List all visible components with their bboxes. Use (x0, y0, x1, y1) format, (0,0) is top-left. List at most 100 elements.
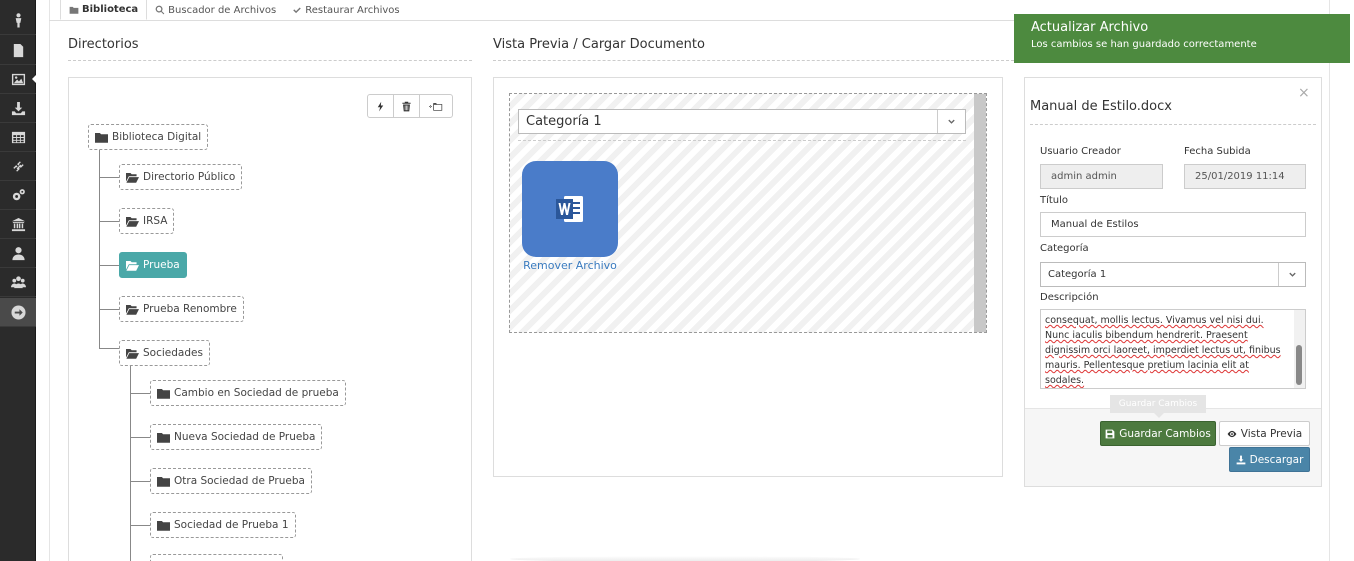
category-edit-select[interactable]: Categoría 1 (1040, 262, 1306, 287)
remove-file-link[interactable]: Remover Archivo (520, 259, 620, 272)
tree-node-sociedades[interactable]: Sociedades (119, 340, 210, 366)
tree-node-label: Prueba (143, 259, 180, 271)
tree-node-partial[interactable] (150, 554, 283, 561)
tree-node-label: Sociedad de Prueba 1 (174, 519, 289, 531)
nav-document-icon[interactable] (0, 36, 36, 65)
directories-divider (68, 60, 472, 61)
nav-table-icon[interactable] (0, 123, 36, 152)
tree-connector (99, 265, 120, 266)
tree-node-prueba[interactable]: Prueba (119, 252, 187, 278)
tree-node-label: Biblioteca Digital (112, 131, 202, 143)
folder-icon (95, 132, 108, 143)
directories-title: Directorios (68, 37, 139, 52)
category-select-value: Categoría 1 (526, 114, 602, 129)
folder-open-icon (126, 348, 139, 359)
folder-open-icon (126, 172, 139, 183)
nav-bank-icon[interactable] (0, 210, 36, 239)
dropzone-scrollbar[interactable] (974, 94, 986, 332)
tree-connector (99, 221, 120, 222)
eye-icon (1227, 430, 1237, 437)
category-edit-value: Categoría 1 (1048, 269, 1107, 280)
folder-icon (157, 520, 170, 531)
tree-node-sociedad-prueba-1[interactable]: Sociedad de Prueba 1 (150, 512, 296, 538)
creator-label: Usuario Creador (1040, 146, 1121, 157)
preview-title: Vista Previa / Cargar Documento (493, 37, 705, 52)
flash-button[interactable] (367, 94, 394, 118)
file-name-title: Manual de Estilo.docx (1030, 99, 1172, 114)
side-navigation (0, 0, 37, 561)
directory-toolbar (367, 94, 453, 118)
library-tabs: Biblioteca Buscador de Archivos Restaura… (60, 0, 408, 20)
flash-icon (377, 101, 384, 111)
tree-node-otra-sociedad[interactable]: Otra Sociedad de Prueba (150, 468, 312, 494)
success-notification[interactable]: Actualizar Archivo Los cambios se han gu… (1014, 14, 1350, 63)
nav-exit-arrow-icon[interactable] (0, 298, 36, 327)
tree-node-cambio-sociedad[interactable]: Cambio en Sociedad de prueba (150, 380, 346, 406)
tree-connector (130, 525, 151, 526)
preview-button[interactable]: Vista Previa (1219, 421, 1310, 446)
tab-restaurar[interactable]: Restaurar Archivos (284, 0, 407, 20)
folder-open-icon (126, 304, 139, 315)
description-line: mauris. Pellentesque pretium lacinia eli… (1045, 360, 1249, 371)
upload-date-field: 25/01/2019 11:14 (1184, 164, 1306, 189)
nav-link-icon[interactable] (0, 152, 36, 181)
nav-user-icon[interactable] (0, 239, 36, 268)
tree-connector (99, 177, 120, 178)
file-title-divider (1030, 124, 1316, 125)
nav-users-icon[interactable] (0, 268, 36, 297)
chevron-down-icon (1278, 263, 1305, 286)
tree-node-label: Prueba Renombre (143, 303, 237, 315)
nav-gears-icon[interactable] (0, 181, 36, 210)
description-scrollbar-thumb[interactable] (1296, 345, 1302, 385)
tree-node-irsa[interactable]: IRSA (119, 208, 175, 234)
description-textarea[interactable]: consequat, mollis lectus. Vivamus vel ni… (1040, 309, 1306, 389)
download-button[interactable]: Descargar (1229, 447, 1310, 472)
tree-node-label: IRSA (143, 215, 168, 227)
tree-node-nueva-sociedad[interactable]: Nueva Sociedad de Prueba (150, 424, 323, 450)
tab-label: Restaurar Archivos (305, 4, 400, 16)
category-select[interactable]: Categoría 1 (518, 109, 966, 134)
tab-buscador[interactable]: Buscador de Archivos (147, 0, 284, 20)
delete-folder-button[interactable] (393, 94, 420, 118)
nav-image-icon[interactable] (0, 65, 37, 94)
folder-open-icon (126, 216, 139, 227)
tree-node-label: Cambio en Sociedad de prueba (174, 387, 339, 399)
folder-icon (157, 388, 170, 399)
tree-connector (130, 366, 131, 561)
chevron-down-icon (937, 110, 965, 133)
nav-download-tray-icon[interactable] (0, 94, 36, 123)
description-line: Nunc iaculis bibendum hendrerit. Praesen… (1045, 330, 1248, 341)
tab-label: Buscador de Archivos (168, 4, 277, 16)
bottom-shadow (510, 556, 860, 561)
upload-date-label: Fecha Subida (1184, 146, 1251, 157)
tree-node-biblioteca-digital[interactable]: Biblioteca Digital (88, 124, 209, 150)
tab-biblioteca[interactable]: Biblioteca (60, 0, 148, 20)
word-document-icon[interactable] (522, 161, 618, 257)
description-line: consequat, mollis lectus. Vivamus vel ni… (1045, 315, 1264, 326)
check-icon (293, 7, 301, 14)
download-icon (1236, 455, 1245, 464)
close-icon[interactable]: × (1298, 85, 1310, 101)
title-input[interactable]: Manual de Estilos (1040, 212, 1306, 237)
tree-node-directorio-publico[interactable]: Directorio Público (119, 164, 243, 190)
nav-person-icon[interactable] (0, 6, 36, 35)
add-folder-button[interactable] (419, 94, 453, 118)
save-tooltip: Guardar Cambios (1110, 395, 1206, 418)
save-button-label: Guardar Cambios (1119, 427, 1211, 440)
dropzone-divider (518, 140, 966, 141)
notification-message: Los cambios se han guardado correctament… (1031, 39, 1257, 50)
category-label: Categoría (1040, 243, 1089, 254)
tree-node-label: Sociedades (143, 347, 203, 359)
save-icon (1105, 429, 1115, 438)
tree-connector (130, 481, 151, 482)
tree-connector (99, 309, 120, 310)
folder-icon (157, 476, 170, 487)
tree-node-prueba-renombre[interactable]: Prueba Renombre (119, 296, 244, 322)
download-button-label: Descargar (1249, 453, 1304, 466)
preview-divider (493, 60, 1014, 61)
tab-label: Biblioteca (82, 4, 139, 15)
description-label: Descripción (1040, 292, 1099, 303)
notification-title: Actualizar Archivo (1031, 20, 1149, 35)
tree-node-label: Nueva Sociedad de Prueba (174, 431, 316, 443)
save-changes-button[interactable]: Guardar Cambios (1100, 421, 1216, 446)
